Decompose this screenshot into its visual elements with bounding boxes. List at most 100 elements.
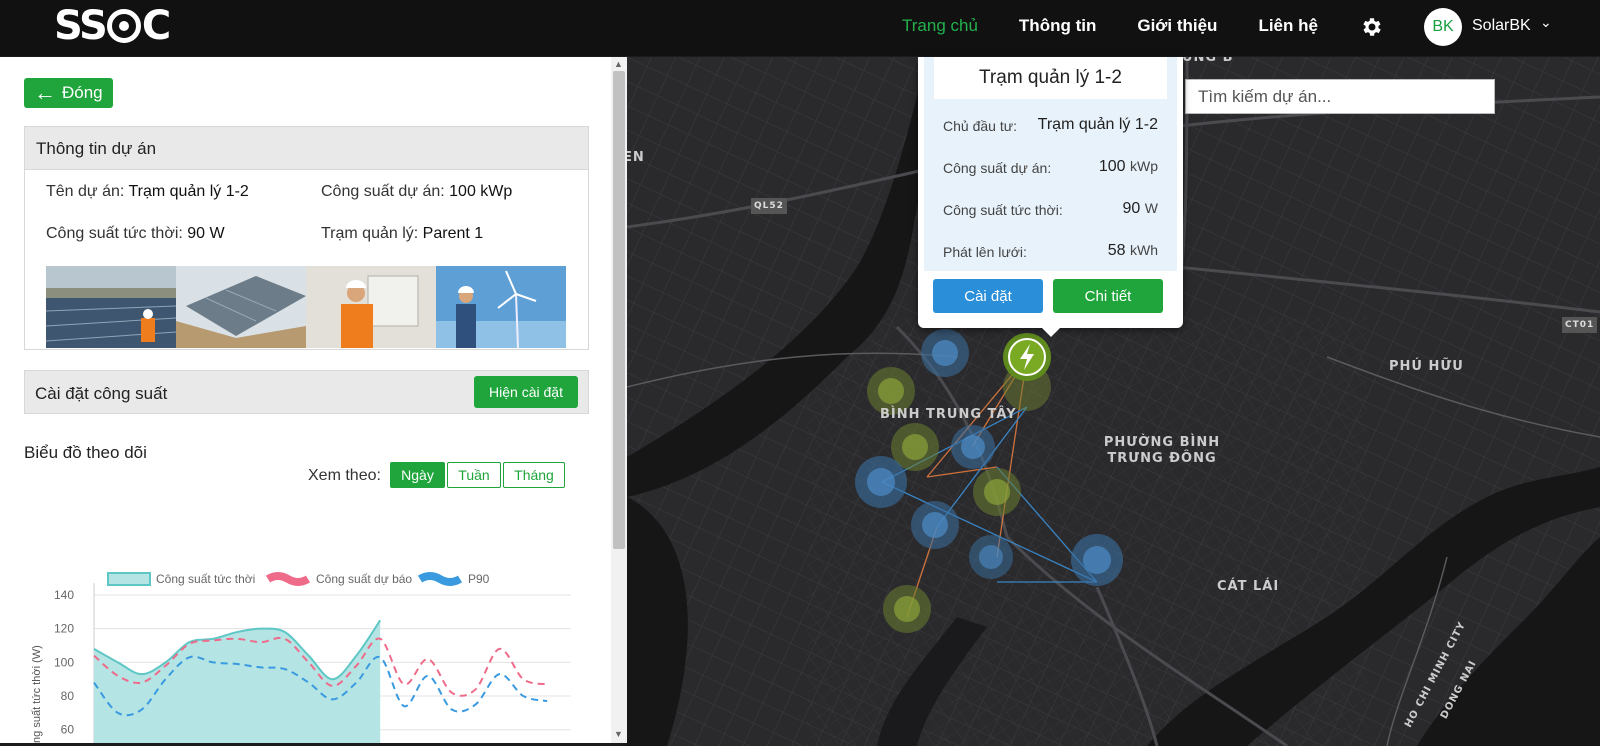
project-info-card: Thông tin dự án Tên dự án: Trạm quản lý … [24,126,589,350]
project-capacity-label: Công suất dự án: [321,183,445,200]
legend-swatch-forecast [265,572,311,586]
popup-grid-label: Phát lên lưới: [943,244,1027,260]
project-photos [46,266,566,348]
photo-inverter-worker[interactable] [306,266,436,348]
popup-owner-row: Chủ đầu tư: Trạm quản lý 1-2 [943,116,1158,134]
nav-link-info[interactable]: Thông tin [1019,16,1096,36]
y-tick-label: 100 [54,655,74,669]
instant-power-value: 90 W [187,225,225,242]
popup-capacity-value: 100 kWp [1099,158,1158,176]
station-marker-blue[interactable] [921,329,969,377]
chart-title: Biểu đồ theo dõi [24,443,147,462]
view-week-button[interactable]: Tuần [447,462,501,488]
project-search-input[interactable]: Tìm kiếm dự án... [1185,79,1495,114]
popup-body: Trạm quản lý 1-2 Chủ đầu tư: Trạm quản l… [924,57,1177,271]
popup-title: Trạm quản lý 1-2 [934,57,1167,99]
project-name-row: Tên dự án: Trạm quản lý 1-2 [46,183,249,201]
photo-solar-field[interactable] [46,266,176,348]
map-label-ung-b: ÙNG B [1182,57,1234,65]
popup-instant-unit: W [1144,200,1158,216]
popup-owner-value: Trạm quản lý 1-2 [1037,116,1158,133]
map-label-binh-trung-dong: PHƯỜNG BÌNH TRƯNG ĐÔNG [1103,435,1221,466]
avatar[interactable]: BK [1424,8,1462,46]
station-marker-blue[interactable] [855,456,907,508]
map-label-ct01: CT01 [1562,317,1598,333]
y-tick-label: 120 [54,622,74,636]
gear-icon[interactable] [1360,15,1384,39]
power-settings-bar: Cài đặt công suất Hiện cài đặt [24,370,589,414]
view-day-button[interactable]: Ngày [390,462,445,488]
map-label-ql52: QL52 [751,198,787,214]
project-info-title: Thông tin dự án [25,127,588,170]
station-popup: Trạm quản lý 1-2 Chủ đầu tư: Trạm quản l… [918,57,1183,328]
view-month-button[interactable]: Tháng [503,462,565,488]
nav-link-about[interactable]: Giới thiệu [1137,16,1217,36]
nav-link-contact[interactable]: Liên hệ [1258,16,1318,36]
project-capacity-value: 100 kWp [449,183,513,200]
popup-grid-value: 58 kWh [1108,242,1158,260]
popup-capacity-number: 100 [1098,158,1126,175]
popup-grid-row: Phát lên lưới: 58 kWh [943,242,1158,260]
popup-owner-label: Chủ đầu tư: [943,118,1017,134]
close-button[interactable]: ← Đóng [24,78,113,108]
photo-wind-turbine[interactable] [436,266,566,348]
photo-solar-roof[interactable] [176,266,306,348]
project-name-value: Trạm quản lý 1-2 [128,183,249,200]
instant-power-label: Công suất tức thời: [46,225,183,242]
top-navbar: SS C Trang chủ Thông tin Giới thiệu Liên … [0,0,1600,56]
station-marker-blue[interactable] [911,501,959,549]
legend-swatch-instant [107,572,151,586]
legend-label: P90 [468,572,490,586]
power-chart: 140 120 100 80 60 Công suất tức thời (W) Công … [31,572,571,743]
project-capacity-row: Công suất dự án: 100 kWp [321,183,512,201]
instant-power-row: Công suất tức thời: 90 W [46,225,225,243]
station-marker-blue[interactable] [1071,534,1123,586]
popup-instant-value: 90 W [1123,200,1158,218]
map-label-en: EN [627,150,645,165]
popup-instant-number: 90 [1122,200,1141,217]
y-tick-label: 60 [61,723,75,737]
station-marker-olive[interactable] [883,585,931,633]
nav-link-home[interactable]: Trang chủ [902,16,978,36]
popup-settings-button[interactable]: Cài đặt [933,279,1043,313]
y-axis-label: Công suất tức thời (W) [31,645,43,743]
station-marker-olive[interactable] [973,468,1021,516]
panel-scrollbar[interactable]: ▲ ▼ [611,57,627,743]
power-settings-title: Cài đặt công suất [35,384,168,403]
scroll-up-icon[interactable]: ▲ [614,59,623,69]
popup-instant-row: Công suất tức thời: 90 W [943,200,1158,218]
popup-instant-label: Công suất tức thời: [943,202,1063,218]
selected-station-marker[interactable] [1003,333,1051,381]
view-by-label: Xem theo: [308,467,381,484]
map-label-phu-huu: PHÚ HỮU [1389,359,1464,374]
station-value: Parent 1 [422,225,484,242]
y-tick-label: 80 [61,689,75,703]
scroll-down-icon[interactable]: ▼ [614,729,623,739]
station-row: Trạm quản lý: Parent 1 [321,225,483,243]
legend-label: Công suất tức thời [156,572,255,586]
popup-capacity-label: Công suất dự án: [943,160,1052,176]
view-toggle: Ngày Tuần Tháng [390,462,567,488]
scroll-thumb[interactable] [613,71,625,549]
popup-grid-unit: kWh [1130,242,1158,258]
project-panel: ← Đóng Thông tin dự án Tên dự án: Trạm q… [0,57,627,743]
popup-grid-number: 58 [1107,242,1126,259]
popup-capacity-unit: kWp [1130,158,1158,174]
nav-links: Trang chủ Thông tin Giới thiệu Liên hệ [902,16,1359,36]
station-marker-blue[interactable] [969,535,1013,579]
station-marker-blue[interactable] [951,425,995,469]
station-label: Trạm quản lý: [321,225,419,242]
series-area-instant [94,620,381,743]
show-settings-button[interactable]: Hiện cài đặt [474,376,578,408]
legend-label: Công suất dự báo [316,572,412,586]
map-label-binh-trung-tay: BÌNH TRUNG TÂY [880,407,1017,422]
close-button-label: Đóng [62,83,103,102]
ssoc-logo[interactable]: SS C [54,3,171,49]
user-name[interactable]: SolarBK [1472,17,1531,35]
popup-details-button[interactable]: Chi tiết [1053,279,1163,313]
arrow-left-icon: ← [34,80,56,105]
project-name-label: Tên dự án: [46,183,125,200]
legend-swatch-p90 [417,572,463,586]
popup-capacity-row: Công suất dự án: 100 kWp [943,158,1158,176]
chevron-down-icon[interactable]: ⌄ [1540,14,1552,31]
